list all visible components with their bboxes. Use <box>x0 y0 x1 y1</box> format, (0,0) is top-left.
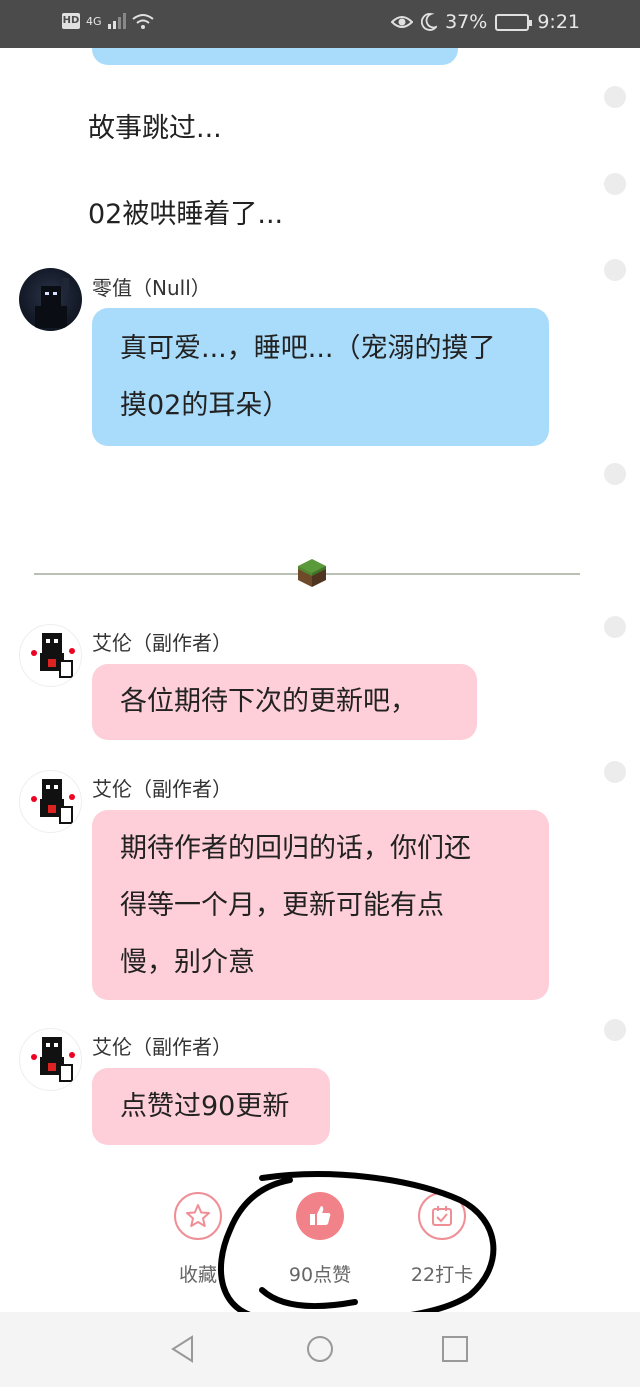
author-name: 艾伦（副作者） <box>92 777 232 801</box>
avatar[interactable] <box>19 1028 82 1091</box>
story-content[interactable]: 故事跳过... 02被哄睡着了... 零值（Null） 真可爱...，睡吧...… <box>0 48 640 1312</box>
star-icon <box>186 1204 210 1227</box>
checkin-circle[interactable] <box>418 1192 466 1240</box>
moon-icon <box>421 13 438 31</box>
character-avatar-icon <box>35 278 69 328</box>
comment-dot[interactable] <box>604 86 626 108</box>
message-line: 摸02的耳朵） <box>120 390 290 421</box>
message-line: 得等一个月，更新可能有点 <box>120 890 444 921</box>
recents-icon[interactable] <box>440 1334 470 1364</box>
home-icon[interactable] <box>305 1334 335 1364</box>
signal-icon <box>107 13 126 29</box>
wifi-icon <box>131 14 154 29</box>
author-name: 艾伦（副作者） <box>92 1035 232 1059</box>
avatar[interactable] <box>19 770 82 833</box>
narration-text: 02被哄睡着了... <box>88 199 284 230</box>
navigation-bar <box>0 1312 640 1387</box>
checkin-label: 22打卡 <box>410 1264 474 1286</box>
grass-block-icon <box>298 559 326 587</box>
collect-label: 收藏 <box>178 1264 217 1286</box>
status-bar: HD 4G 37% 9:21 <box>0 0 640 48</box>
avatar[interactable] <box>19 624 82 687</box>
message-bubble: 真可爱...，睡吧...（宠溺的摸了 摸02的耳朵） <box>92 308 549 446</box>
like-button[interactable]: 90点赞 <box>270 1192 370 1287</box>
message-line: 点赞过90更新 <box>120 1091 290 1122</box>
character-avatar-icon <box>31 633 75 678</box>
avatar[interactable] <box>19 268 82 331</box>
like-label: 90点赞 <box>288 1264 352 1286</box>
battery-icon <box>495 13 533 31</box>
comment-dot[interactable] <box>604 259 626 281</box>
character-avatar-icon <box>31 1037 75 1082</box>
message-bubble: 各位期待下次的更新吧， <box>92 664 477 740</box>
author-name: 零值（Null） <box>92 276 211 300</box>
message-line: 慢，别介意 <box>120 947 255 978</box>
network-type: 4G <box>86 14 102 28</box>
comment-dot[interactable] <box>604 463 626 485</box>
eye-icon <box>391 16 414 28</box>
message-bubble-cutoff <box>92 48 458 65</box>
collect-button[interactable]: 收藏 <box>148 1192 248 1287</box>
message-line: 各位期待下次的更新吧， <box>120 686 417 717</box>
thumbs-up-icon <box>310 1206 331 1225</box>
message-line: 期待作者的回归的话，你们还 <box>120 833 471 864</box>
author-name: 艾伦（副作者） <box>92 631 232 655</box>
message-line: 真可爱...，睡吧...（宠溺的摸了 <box>120 333 496 364</box>
message-bubble: 点赞过90更新 <box>92 1068 330 1145</box>
comment-dot[interactable] <box>604 1019 626 1041</box>
checkin-button[interactable]: 22打卡 <box>392 1192 492 1287</box>
character-avatar-icon <box>31 779 75 824</box>
calendar-check-icon <box>432 1206 452 1226</box>
comment-dot[interactable] <box>604 761 626 783</box>
status-left: HD 4G <box>62 13 154 29</box>
status-right: 37% 9:21 <box>391 11 580 33</box>
clock-time: 9:21 <box>537 11 580 33</box>
battery-percent: 37% <box>445 11 488 33</box>
comment-dot[interactable] <box>604 173 626 195</box>
back-icon[interactable] <box>168 1334 198 1364</box>
hd-icon: HD <box>62 13 80 29</box>
comment-dot[interactable] <box>604 616 626 638</box>
message-bubble: 期待作者的回归的话，你们还 得等一个月，更新可能有点 慢，别介意 <box>92 810 549 1000</box>
like-circle[interactable] <box>296 1192 344 1240</box>
narration-text: 故事跳过... <box>88 113 222 144</box>
collect-circle[interactable] <box>174 1192 222 1240</box>
action-bar: 收藏 90点赞 22打卡 <box>0 1175 640 1312</box>
